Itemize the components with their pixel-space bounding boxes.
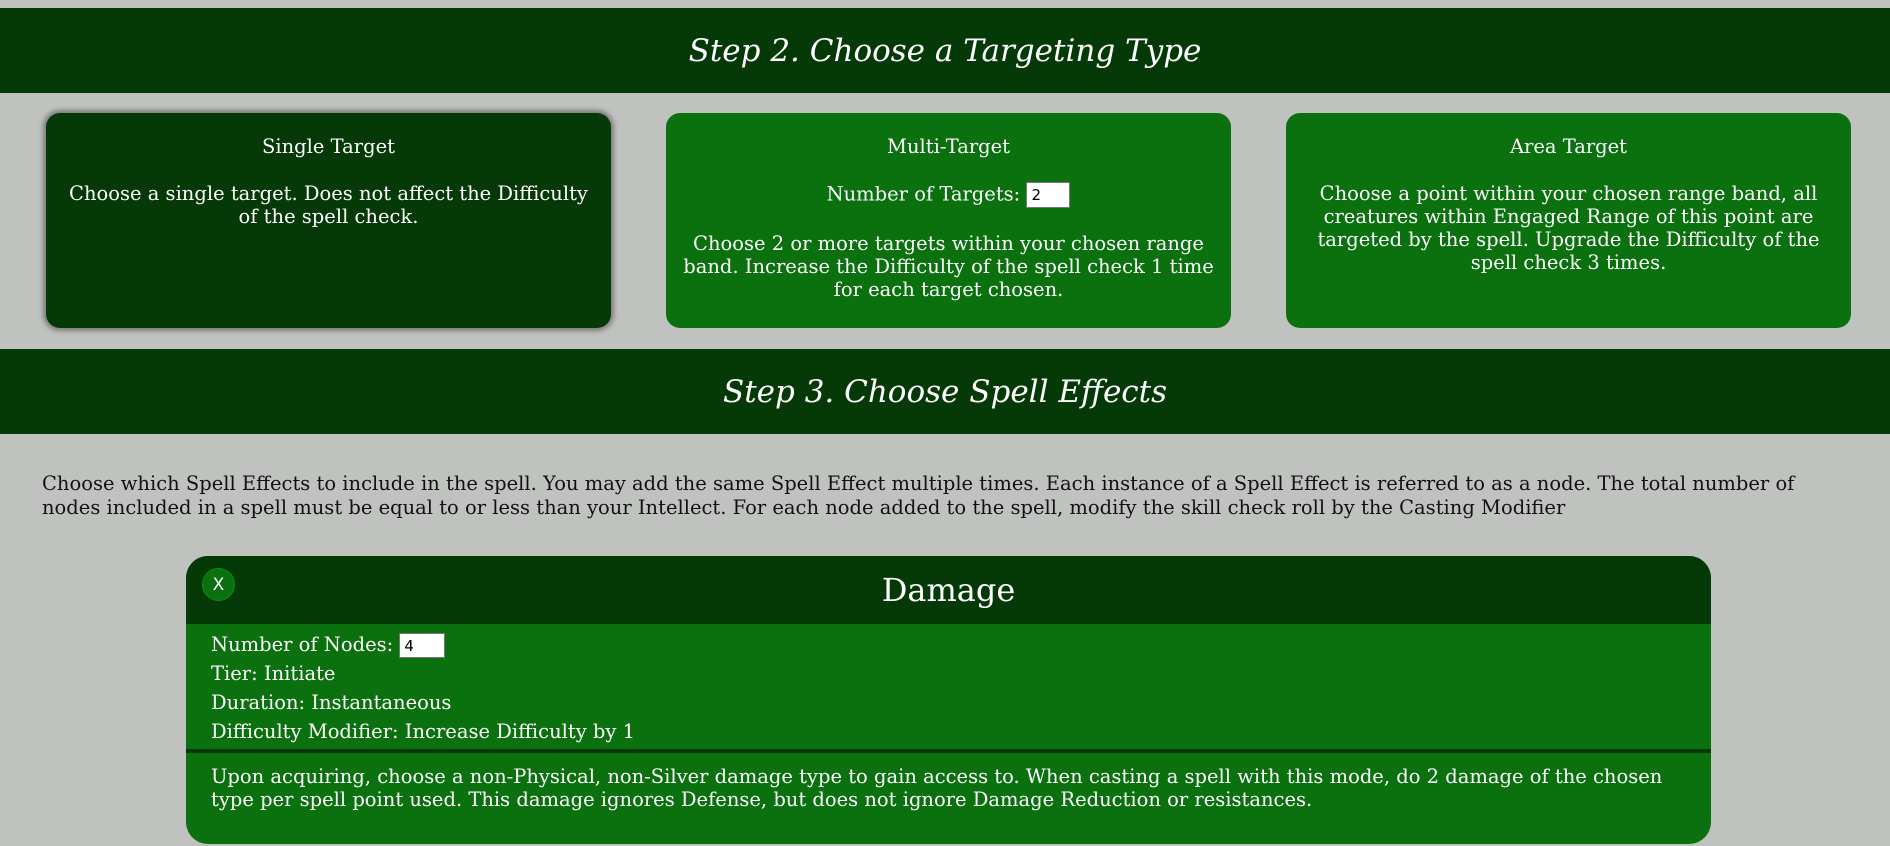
spell-effects-intro: Choose which Spell Effects to include in… (42, 472, 1795, 519)
spell-effect-header: X Damage (186, 556, 1711, 624)
option-title: Area Target (1509, 135, 1628, 158)
number-of-targets-label: Number of Targets: (826, 182, 1021, 206)
spell-effect-description: Upon acquiring, choose a non-Physical, n… (211, 765, 1663, 811)
option-description: Choose a point within your chosen range … (1317, 182, 1820, 274)
option-description: Choose 2 or more targets within your cho… (683, 232, 1214, 301)
number-of-targets-input[interactable] (1026, 182, 1071, 208)
option-description: Choose a single target. Does not affect … (69, 182, 588, 228)
option-title: Single Target (262, 135, 395, 158)
spell-effect-card: X Damage Number of Nodes: Tier: Initiate… (186, 556, 1711, 844)
remove-effect-button[interactable]: X (202, 568, 235, 601)
step3-header: Step 3. Choose Spell Effects (0, 349, 1890, 434)
close-icon: X (212, 574, 225, 595)
nodes-row: Number of Nodes: (211, 630, 1686, 659)
targeting-option-single[interactable]: Single Target Choose a single target. Do… (46, 113, 611, 328)
spell-effect-details: Number of Nodes: Tier: Initiate Duration… (186, 624, 1711, 749)
difficulty-modifier-text: Difficulty Modifier: Increase Difficulty… (211, 720, 636, 743)
targeting-option-multi[interactable]: Multi-Target Number of Targets: Choose 2… (666, 113, 1231, 328)
step2-header: Step 2. Choose a Targeting Type (0, 8, 1890, 93)
duration-text: Duration: Instantaneous (211, 691, 452, 714)
option-title: Multi-Target (886, 135, 1011, 158)
tier-text: Tier: Initiate (211, 662, 336, 685)
nodes-label: Number of Nodes: (211, 633, 394, 656)
spell-effect-title: Damage (881, 571, 1016, 609)
step2-title: Step 2. Choose a Targeting Type (688, 32, 1202, 69)
step3-title: Step 3. Choose Spell Effects (722, 373, 1168, 410)
number-of-targets-row: Number of Targets: (678, 182, 1219, 208)
number-of-nodes-input[interactable] (399, 633, 446, 658)
targeting-option-area[interactable]: Area Target Choose a point within your c… (1286, 113, 1851, 328)
